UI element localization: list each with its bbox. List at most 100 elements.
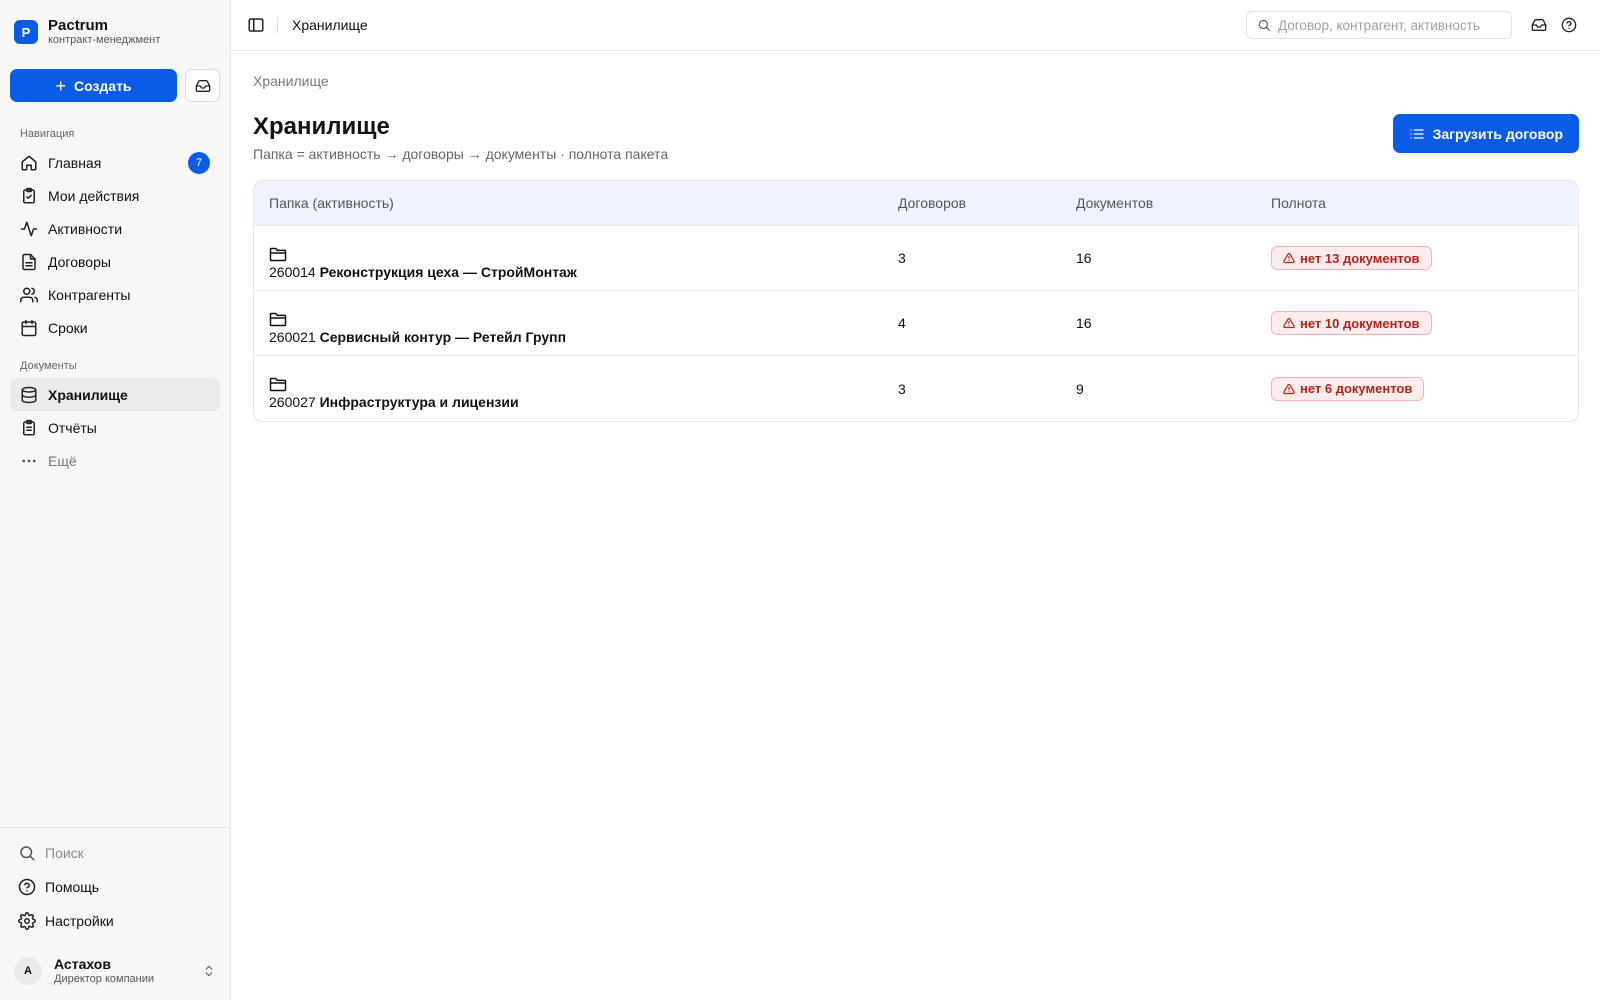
table-row[interactable]: 260027 Инфраструктура и лицензии 3 9 нет… <box>254 355 1578 421</box>
upload-contract-label: Загрузить договор <box>1432 125 1563 142</box>
sidebar-settings-label: Настройки <box>45 913 114 929</box>
page-subtitle: Папка = активность → договоры → документ… <box>253 145 669 162</box>
home-icon <box>20 154 38 172</box>
page-header-text: Хранилище Папка = активность → договоры … <box>253 113 668 162</box>
folder-cell: 260014 Реконструкция цеха — СтройМонтаж <box>254 226 883 291</box>
sidebar-item-home[interactable]: Главная 7 <box>10 146 220 179</box>
brand-text: Pactrum контракт-менеджмент <box>48 17 160 47</box>
status-badge-label: нет 13 документов <box>1300 250 1420 266</box>
brand-name: Pactrum <box>48 17 109 35</box>
create-button[interactable]: + Создать <box>10 69 177 102</box>
notification-badge: 7 <box>188 152 210 174</box>
alert-triangle-icon <box>1283 317 1295 329</box>
folder-name: Сервисный контур — Ретейл Групп <box>319 328 567 345</box>
completeness-cell: нет 10 документов <box>1256 291 1578 356</box>
column-header-completeness[interactable]: Полнота <box>1256 181 1578 226</box>
plus-icon: + <box>55 75 66 96</box>
status-badge-label: нет 6 документов <box>1300 381 1413 397</box>
folder-icon <box>269 377 868 392</box>
topbar: Хранилище <box>231 0 1600 51</box>
chevrons-up-down-icon <box>202 964 216 978</box>
documents-count: 9 <box>1076 380 1084 397</box>
documents-count: 16 <box>1076 315 1092 332</box>
completeness-cell: нет 13 документов <box>1256 226 1578 291</box>
sidebar-bottom: Поиск Помощь Настройки А Астахов Директо… <box>0 827 230 1000</box>
sidebar-item-label: Отчёты <box>48 419 97 436</box>
folder-title[interactable]: 260021 Сервисный контур — Ретейл Групп <box>269 329 868 345</box>
search-input[interactable] <box>1278 17 1501 33</box>
folder-code: 260021 <box>269 328 316 345</box>
folder-code: 260027 <box>269 394 316 411</box>
sidebar-item-label: Главная <box>48 154 102 171</box>
table-row[interactable]: 260014 Реконструкция цеха — СтройМонтаж … <box>254 225 1578 291</box>
brand-subtitle: контракт-менеджмент <box>48 34 161 47</box>
user-menu[interactable]: А Астахов Директор компании <box>0 942 230 1000</box>
sidebar-item-label: Контрагенты <box>48 286 131 303</box>
folders-table: Папка (активность) Договоров Документов … <box>253 179 1579 422</box>
folder-name: Реконструкция цеха — СтройМонтаж <box>319 263 577 280</box>
global-search[interactable] <box>1246 11 1512 39</box>
folder-cell: 260027 Инфраструктура и лицензии <box>254 356 883 421</box>
sidebar-item-deadlines[interactable]: Сроки <box>10 311 220 344</box>
folder-cell: 260021 Сервисный контур — Ретейл Групп <box>254 291 883 356</box>
upload-contract-button[interactable]: Загрузить договор <box>1392 114 1579 153</box>
users-icon <box>20 286 38 304</box>
sidebar-help[interactable]: Помощь <box>0 870 230 904</box>
inbox-icon[interactable] <box>1524 10 1554 40</box>
settings-icon <box>18 912 36 930</box>
status-badge-label: нет 10 документов <box>1300 315 1420 331</box>
sidebar: P Pactrum контракт-менеджмент + Создать … <box>0 0 231 1000</box>
contracts-count: 3 <box>898 250 906 267</box>
folder-title[interactable]: 260014 Реконструкция цеха — СтройМонтаж <box>269 264 868 280</box>
create-button-label: Создать <box>73 77 132 94</box>
sidebar-item-reports[interactable]: Отчёты <box>10 411 220 444</box>
sidebar-item-activities[interactable]: Активности <box>10 212 220 245</box>
contracts-count: 4 <box>898 315 906 332</box>
search-icon <box>18 844 36 862</box>
sidebar-item-my-actions[interactable]: Мои действия <box>10 179 220 212</box>
calendar-icon <box>20 319 38 337</box>
folder-name: Инфраструктура и лицензии <box>319 394 519 411</box>
sidebar-item-label: Активности <box>48 220 123 237</box>
column-header-documents[interactable]: Документов <box>1061 181 1256 226</box>
content: Хранилище Хранилище Папка = активность →… <box>231 51 1600 422</box>
sidebar-settings[interactable]: Настройки <box>0 904 230 938</box>
sidebar-search-label: Поиск <box>45 845 84 861</box>
status-badge: нет 6 документов <box>1271 376 1425 401</box>
column-header-contracts[interactable]: Договоров <box>883 181 1061 226</box>
folder-title[interactable]: 260027 Инфраструктура и лицензии <box>269 394 868 410</box>
alert-triangle-icon <box>1283 252 1295 264</box>
file-text-icon <box>20 253 38 271</box>
sidebar-search[interactable]: Поиск <box>0 836 230 870</box>
create-row: + Создать <box>0 64 230 102</box>
topbar-divider <box>277 17 278 33</box>
brand[interactable]: P Pactrum контракт-менеджмент <box>0 0 230 64</box>
nav-section-label: Навигация <box>20 128 75 140</box>
clipboard-list-icon <box>20 419 38 437</box>
sidebar-item-counterparties[interactable]: Контрагенты <box>10 278 220 311</box>
sidebar-item-label: Договоры <box>48 253 111 270</box>
page-title: Хранилище <box>253 113 390 140</box>
contracts-count: 3 <box>898 380 906 397</box>
sidebar-inbox-button[interactable] <box>185 69 220 102</box>
search-icon <box>1257 18 1271 32</box>
sidebar-item-label: Сроки <box>48 319 88 336</box>
database-icon <box>20 386 38 404</box>
sidebar-item-more[interactable]: Ещё <box>10 444 220 477</box>
sidebar-item-storage[interactable]: Хранилище <box>10 378 220 411</box>
help-circle-icon[interactable] <box>1554 10 1584 40</box>
folder-icon <box>269 312 868 327</box>
status-badge: нет 13 документов <box>1271 246 1432 271</box>
breadcrumb[interactable]: Хранилище <box>253 73 1579 93</box>
table-header-row: Папка (активность) Договоров Документов … <box>254 180 1578 226</box>
completeness-cell: нет 6 документов <box>1256 356 1578 421</box>
help-circle-icon <box>18 878 36 896</box>
brand-logo: P <box>14 20 38 44</box>
user-text: Астахов Директор компании <box>54 956 190 986</box>
list-icon <box>1409 126 1425 142</box>
sidebar-item-contracts[interactable]: Договоры <box>10 245 220 278</box>
table-row[interactable]: 260021 Сервисный контур — Ретейл Групп 4… <box>254 290 1578 356</box>
sidebar-toggle-icon[interactable] <box>247 16 265 34</box>
page-header: Хранилище Папка = активность → договоры … <box>253 113 1579 162</box>
column-header-folder[interactable]: Папка (активность) <box>254 181 883 226</box>
